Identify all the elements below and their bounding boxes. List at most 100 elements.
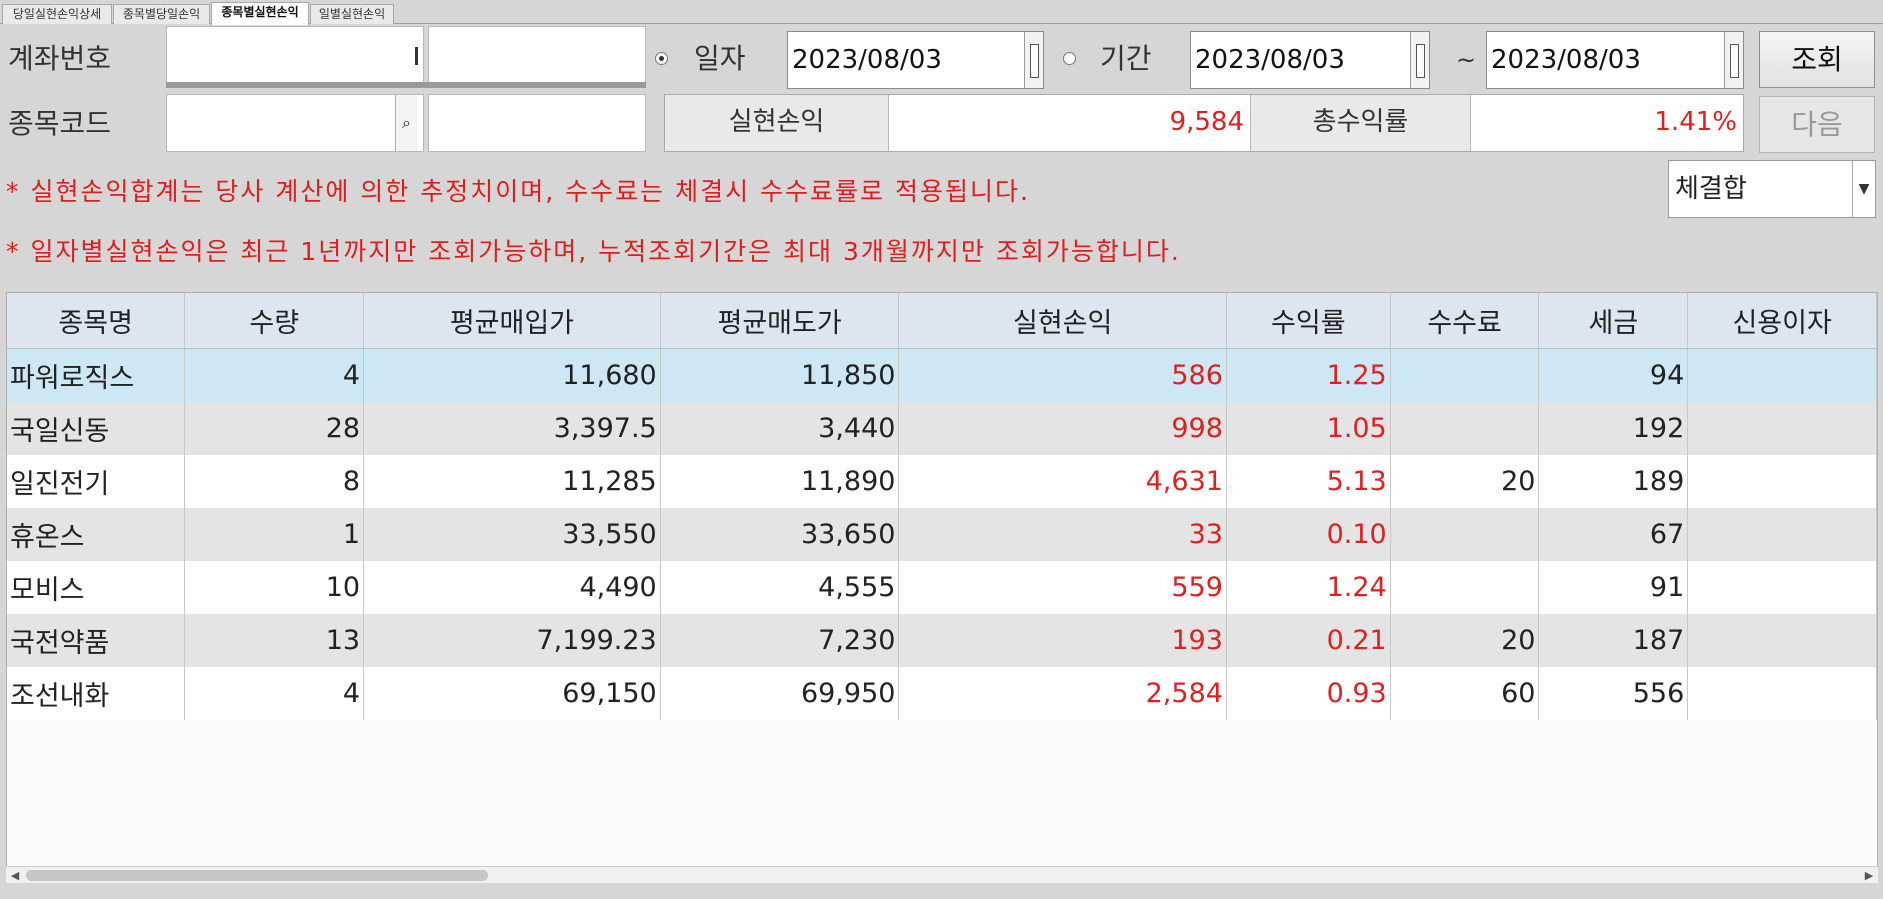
- next-button[interactable]: 다음: [1759, 96, 1875, 153]
- cell-tax: 94: [1538, 348, 1689, 402]
- execution-type-select[interactable]: 체결합 ▼: [1668, 160, 1876, 218]
- horizontal-scrollbar[interactable]: ◀ ▶: [6, 866, 1878, 883]
- cell-avg-buy: 69,150: [363, 667, 661, 720]
- cell-avg-sell: 7,230: [660, 614, 900, 667]
- scroll-left-icon[interactable]: ◀: [6, 867, 24, 884]
- cell-avg-sell: 33,650: [660, 508, 900, 561]
- query-button[interactable]: 조회: [1759, 31, 1875, 88]
- tab-stock-daily-pnl[interactable]: 종목별당일손익: [113, 4, 210, 24]
- cell-quantity: 28: [184, 402, 365, 455]
- account-number-masked: [175, 41, 325, 71]
- cell-stock-name: 모비스: [7, 561, 186, 614]
- table-header-row: 종목명 수량 평균매입가 평균매도가 실현손익 수익률 수수료 세금 신용이자: [7, 293, 1877, 349]
- cell-credit-interest: [1687, 667, 1877, 720]
- table-row[interactable]: 국전약품 13 7,199.23 7,230 193 0.21 20 187: [7, 614, 1877, 667]
- col-header-stock-name[interactable]: 종목명: [7, 293, 186, 349]
- period-separator: ~: [1456, 46, 1477, 74]
- table-row[interactable]: 모비스 10 4,490 4,555 559 1.24 91: [7, 561, 1877, 614]
- cell-fee: [1390, 561, 1540, 614]
- cell-stock-name: 파워로직스: [7, 348, 186, 402]
- table-body: 파워로직스 4 11,680 11,850 586 1.25 94 국일신동 28 3,397.5…: [7, 348, 1877, 720]
- period-to-spinner[interactable]: [1724, 32, 1743, 88]
- day-date-input[interactable]: 2023/08/03: [787, 31, 1044, 89]
- cell-realized-pnl: 586: [898, 348, 1227, 402]
- day-date-spinner[interactable]: [1024, 32, 1043, 88]
- col-header-realized-pnl[interactable]: 실현손익: [898, 293, 1227, 349]
- table-row[interactable]: 일진전기 8 11,285 11,890 4,631 5.13 20 189: [7, 455, 1877, 508]
- cell-credit-interest: [1687, 348, 1877, 402]
- col-header-return[interactable]: 수익률: [1226, 293, 1391, 349]
- cell-quantity: 1: [184, 508, 365, 561]
- account-number-field[interactable]: [166, 26, 424, 84]
- cell-tax: 192: [1538, 402, 1689, 455]
- tab-daily-realized-pnl[interactable]: 일별실현손익: [310, 4, 394, 24]
- cell-credit-interest: [1687, 455, 1877, 508]
- scroll-right-icon[interactable]: ▶: [1860, 867, 1878, 884]
- cell-return: 1.05: [1226, 402, 1391, 455]
- tab-stock-realized-pnl[interactable]: 종목별실현손익: [211, 2, 309, 25]
- cell-stock-name: 휴온스: [7, 508, 186, 561]
- cell-fee: [1390, 508, 1540, 561]
- cell-avg-buy: 4,490: [363, 561, 661, 614]
- col-header-quantity[interactable]: 수량: [184, 293, 365, 349]
- cell-fee: 20: [1390, 614, 1540, 667]
- cell-avg-buy: 33,550: [363, 508, 661, 561]
- cell-credit-interest: [1687, 614, 1877, 667]
- cell-return: 0.10: [1226, 508, 1391, 561]
- cell-avg-buy: 11,285: [363, 455, 661, 508]
- cell-fee: 60: [1390, 667, 1540, 720]
- table-row[interactable]: 휴온스 1 33,550 33,650 33 0.10 67: [7, 508, 1877, 561]
- col-header-avg-sell[interactable]: 평균매도가: [660, 293, 900, 349]
- cell-avg-sell: 3,440: [660, 402, 900, 455]
- cell-stock-name: 국일신동: [7, 402, 186, 455]
- col-header-credit-interest[interactable]: 신용이자: [1687, 293, 1877, 349]
- summary-bar: 실현손익 9,584 총수익률 1.41%: [664, 94, 1744, 152]
- stock-search-icon[interactable]: ⌕: [395, 95, 417, 151]
- cell-fee: 20: [1390, 455, 1540, 508]
- account-name-field: [428, 26, 646, 84]
- chevron-down-icon[interactable]: ▼: [1852, 161, 1875, 217]
- cell-avg-sell: 69,950: [660, 667, 900, 720]
- cell-avg-buy: 3,397.5: [363, 402, 661, 455]
- field-separator: [166, 82, 646, 88]
- table-row[interactable]: 조선내화 4 69,150 69,950 2,584 0.93 60 556: [7, 667, 1877, 720]
- tab-bar: 당일실현손익상세 종목별당일손익 종목별실현손익 일별실현손익: [0, 0, 1883, 25]
- cell-return: 0.93: [1226, 667, 1391, 720]
- cell-tax: 189: [1538, 455, 1689, 508]
- cell-fee: [1390, 402, 1540, 455]
- stock-code-input[interactable]: ⌕: [166, 94, 424, 152]
- realized-pnl-label: 실현손익: [665, 95, 889, 151]
- tab-daily-realized-detail[interactable]: 당일실현손익상세: [2, 4, 112, 24]
- cell-avg-buy: 11,680: [363, 348, 661, 402]
- period-mode-label: 기간: [1100, 42, 1152, 75]
- account-label: 계좌번호: [8, 42, 112, 75]
- col-header-fee[interactable]: 수수료: [1390, 293, 1540, 349]
- execution-type-value: 체결합: [1675, 174, 1747, 204]
- cell-quantity: 4: [184, 348, 365, 402]
- radio-day[interactable]: [655, 52, 668, 65]
- period-to-value: 2023/08/03: [1491, 45, 1641, 75]
- radio-period[interactable]: [1063, 52, 1076, 65]
- stock-name-field: [428, 94, 646, 152]
- cell-avg-sell: 4,555: [660, 561, 900, 614]
- cell-stock-name: 조선내화: [7, 667, 186, 720]
- period-from-input[interactable]: 2023/08/03: [1190, 31, 1430, 89]
- period-from-spinner[interactable]: [1410, 32, 1429, 88]
- cell-credit-interest: [1687, 402, 1877, 455]
- cell-return: 1.25: [1226, 348, 1391, 402]
- cell-tax: 556: [1538, 667, 1689, 720]
- col-header-avg-buy[interactable]: 평균매입가: [363, 293, 661, 349]
- col-header-tax[interactable]: 세금: [1538, 293, 1689, 349]
- cell-realized-pnl: 193: [898, 614, 1227, 667]
- cell-quantity: 8: [184, 455, 365, 508]
- scrollbar-thumb[interactable]: [26, 870, 488, 881]
- notice-period-limit: * 일자별실현손익은 최근 1년까지만 조회가능하며, 누적조회기간은 최대 3…: [6, 237, 1181, 266]
- table-row[interactable]: 파워로직스 4 11,680 11,850 586 1.25 94: [7, 348, 1877, 402]
- cell-avg-sell: 11,890: [660, 455, 900, 508]
- cell-tax: 91: [1538, 561, 1689, 614]
- day-date-value: 2023/08/03: [792, 45, 942, 75]
- realized-pnl-value: 9,584: [889, 95, 1251, 151]
- period-to-input[interactable]: 2023/08/03: [1486, 31, 1744, 89]
- table-row[interactable]: 국일신동 28 3,397.5 3,440 998 1.05 192: [7, 402, 1877, 455]
- account-name-masked: [437, 41, 527, 71]
